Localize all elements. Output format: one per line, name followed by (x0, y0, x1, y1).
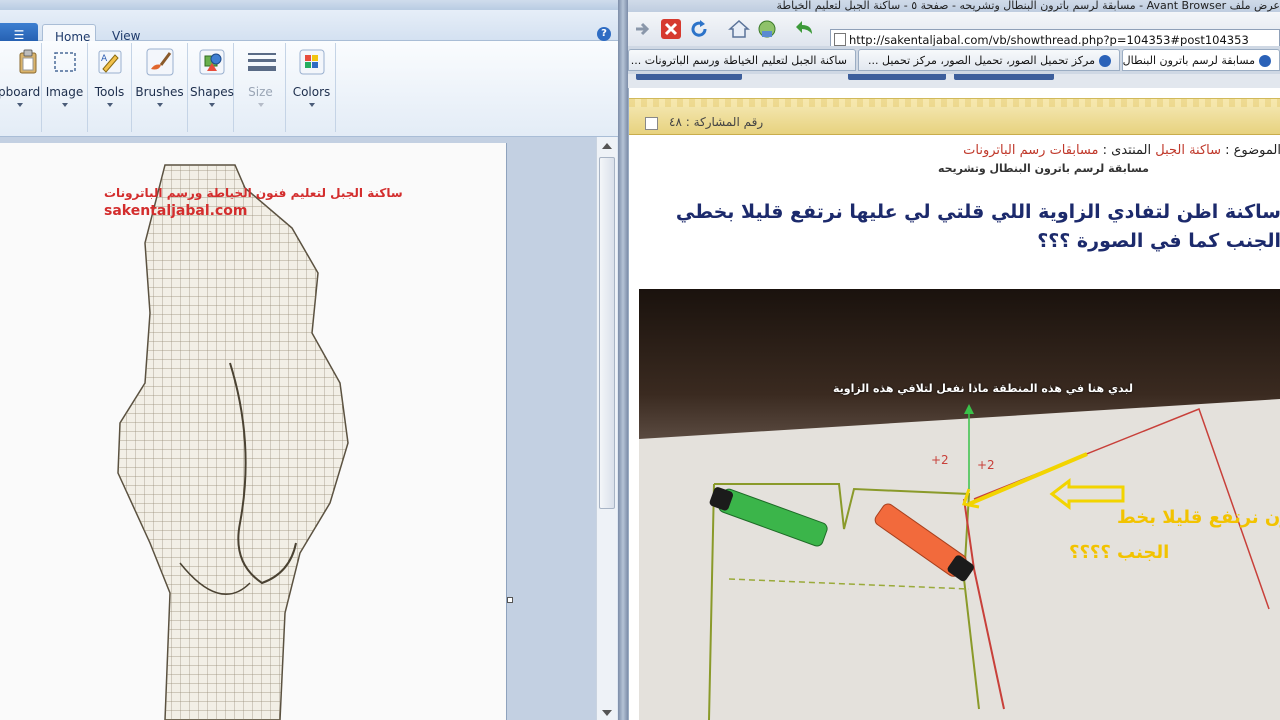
globe-icon (1099, 55, 1111, 67)
canvas-watermark-arabic: ساكنة الجبل لتعليم فنون الخياطة ورسم الب… (104, 186, 403, 200)
page-icon (834, 33, 846, 46)
canvas-watermark-url: sakentaljabal.com (104, 203, 248, 219)
tab-label: مسابقة لرسم باترون البنطال وتشريحه (1122, 54, 1255, 67)
ribbon-group-label: Brushes (135, 85, 184, 99)
canvas-resize-handle[interactable] (507, 597, 513, 603)
post-select-checkbox[interactable] (645, 117, 658, 130)
window-divider (618, 0, 628, 720)
photo-annotation-text: لبدي هنا في هذه المنطقة ماذا نفعل لتلافي… (833, 382, 1134, 395)
mannequin-wireframe-image (117, 164, 349, 720)
paint-ribbon-tabs: ☰ Home View ? (0, 10, 618, 50)
stop-icon[interactable] (660, 18, 682, 40)
ribbon-group-label: pboard (0, 85, 41, 99)
ribbon-group-label: Tools (94, 85, 125, 99)
browser-tab[interactable]: ساكنة الجبل لتعليم الخياطة ورسم الباترون… (628, 49, 856, 71)
size-lines-icon (247, 53, 276, 71)
forward-arrow-icon[interactable] (632, 18, 654, 40)
ribbon-group-label: Size (248, 85, 273, 99)
network-icon[interactable] (756, 18, 778, 40)
forum-nav-button[interactable] (954, 74, 1054, 80)
pattern-mark: +2 (977, 458, 995, 472)
ribbon-group-shapes[interactable]: Shapes (190, 43, 234, 132)
paint-canvas[interactable]: ساكنة الجبل لتعليم فنون الخياطة ورسم الب… (0, 143, 507, 720)
ribbon-group-clipboard[interactable]: pboard (0, 43, 42, 132)
chevron-down-icon (61, 103, 68, 107)
post-body-text: ساكنة اظن لتفادي الزاوية اللي قلتي لي عل… (675, 201, 1280, 252)
brush-icon (146, 48, 173, 76)
tab-label: مركز تحميل الصور، تحميل الصور، مركز تحمي… (868, 54, 1095, 67)
ribbon-group-label: Shapes (190, 85, 234, 99)
chevron-down-icon (106, 103, 113, 107)
photo-yellow-annotation: ون نرتفع قليلا بخط (1117, 507, 1280, 528)
post-photo-pattern[interactable]: +2 +2 لبدي هنا في هذه المنطقة ماذا نفعل … (639, 289, 1280, 720)
ribbon-group-tools[interactable]: A Tools (88, 43, 132, 132)
pattern-drawing: +2 +2 (639, 399, 1280, 720)
paint-canvas-area: ساكنة الجبل لتعليم فنون الخياطة ورسم الب… (0, 137, 596, 720)
tab-label: ساكنة الجبل لتعليم الخياطة ورسم الباترون… (630, 54, 847, 67)
chevron-down-icon (208, 103, 215, 107)
shapes-icon (199, 49, 224, 75)
pattern-mark: +2 (931, 453, 949, 467)
ribbon-group-colors[interactable]: Colors (288, 43, 336, 132)
thread-title: مسابقة لرسم باترون البنطال وتشريحه (937, 162, 1149, 175)
breadcrumb-prefix: الموضوع : (1221, 143, 1280, 158)
breadcrumb-site-link[interactable]: ساكنة الجبل (1155, 143, 1221, 158)
decorative-pattern (629, 99, 1280, 107)
refresh-icon[interactable] (688, 18, 710, 40)
photo-yellow-annotation: الجنب ؟؟؟؟ (1069, 542, 1170, 563)
forum-nav-strip (628, 74, 1280, 88)
ribbon-group-brushes[interactable]: Brushes (132, 43, 188, 132)
paint-title-bar (0, 0, 618, 10)
scroll-down-icon[interactable] (602, 710, 612, 716)
breadcrumb-forum-link[interactable]: مسابقات رسم الباترونات (963, 143, 1098, 158)
ribbon-group-size[interactable]: Size (236, 43, 286, 132)
post-header-bar: رقم المشاركة : ٤٨ (629, 98, 1280, 135)
forum-nav-button[interactable] (848, 74, 946, 80)
forum-nav-button[interactable] (636, 74, 742, 80)
breadcrumb-forum-label: المنتدى : (1098, 143, 1156, 158)
page-icon (1259, 55, 1271, 67)
paint-vertical-scrollbar[interactable] (596, 137, 617, 720)
address-text: http://sakentaljabal.com/vb/showthread.p… (849, 33, 1249, 47)
home-icon[interactable] (728, 18, 750, 40)
ribbon-group-label: Image (45, 85, 84, 99)
scroll-thumb[interactable] (599, 157, 615, 509)
select-icon (53, 52, 76, 72)
post-number: رقم المشاركة : ٤٨ (669, 115, 764, 129)
ribbon-group-label: Colors (292, 85, 331, 99)
pencil-icon: A (98, 50, 121, 74)
back-undo-icon[interactable] (794, 18, 816, 40)
browser-title-bar: عرض ملف Avant Browser - مسابقة لرسم باتر… (628, 0, 1280, 12)
palette-icon (299, 49, 324, 75)
browser-tab[interactable]: مركز تحميل الصور، تحميل الصور، مركز تحمي… (858, 49, 1120, 71)
chevron-down-icon (156, 103, 163, 107)
help-icon[interactable]: ? (597, 27, 611, 41)
scroll-up-icon[interactable] (602, 143, 612, 149)
browser-tab-active[interactable]: مسابقة لرسم باترون البنطال وتشريحه (1122, 49, 1280, 71)
ribbon-group-image[interactable]: Image (42, 43, 88, 132)
clipboard-icon (19, 49, 37, 74)
browser-tab-strip: مسابقة لرسم باترون البنطال وتشريحه مركز … (628, 46, 1280, 75)
forum-post-content: رقم المشاركة : ٤٨ الموضوع : ساكنة الجبل … (628, 88, 1280, 720)
paint-window: ☰ Home View ? pboard Image A Tools Brush… (0, 0, 618, 720)
chevron-down-icon (308, 103, 315, 107)
browser-window: عرض ملف Avant Browser - مسابقة لرسم باتر… (628, 0, 1280, 720)
post-breadcrumb: الموضوع : ساكنة الجبل المنتدى : مسابقات … (963, 143, 1280, 158)
chevron-down-icon (257, 103, 264, 107)
browser-toolbar: http://sakentaljabal.com/vb/showthread.p… (628, 12, 1280, 51)
chevron-down-icon (17, 103, 23, 107)
svg-text:A: A (101, 54, 108, 64)
paint-ribbon: pboard Image A Tools Brushes Shapes Size… (0, 41, 618, 137)
